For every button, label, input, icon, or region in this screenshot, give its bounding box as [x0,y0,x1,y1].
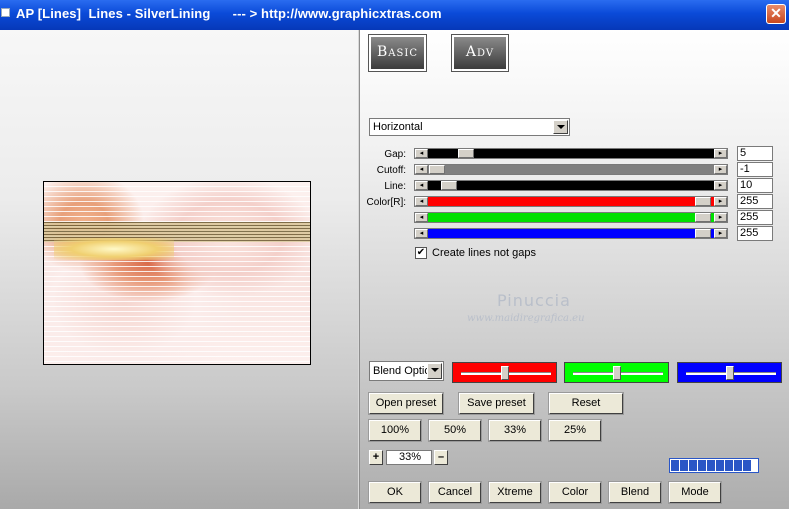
color-r-value[interactable]: 255 [737,194,773,209]
red-color-box[interactable] [452,362,557,383]
mode-select[interactable]: Horizontal [369,118,570,136]
zoom-50-button[interactable]: 50% [428,419,482,442]
line-value[interactable]: 10 [737,178,773,193]
preview-image [43,181,311,365]
color-r-label: Color[R]: [366,197,406,208]
zoom-25-button[interactable]: 25% [548,419,602,442]
progress-segment [680,460,688,471]
gap-label: Gap: [384,149,406,160]
save-preset-button[interactable]: Save preset [458,392,535,415]
progress-segment [689,460,697,471]
cancel-button[interactable]: Cancel [428,481,482,504]
create-lines-checkbox[interactable]: ✔ [415,247,427,259]
zoom-value[interactable]: 33% [386,450,432,465]
color-b-value[interactable]: 255 [737,226,773,241]
arrow-left-icon[interactable]: ◂ [415,181,428,190]
arrow-left-icon[interactable]: ◂ [415,149,428,158]
window-title: AP [Lines] Lines - SilverLining --- > ht… [16,6,442,21]
green-color-box[interactable] [564,362,669,383]
watermark-site: www.maidiregrafica.eu [467,313,585,324]
close-button[interactable]: ✕ [766,4,786,24]
green-knob[interactable] [613,366,621,380]
watermark-name: Pinuccia [497,291,571,310]
gap-slider[interactable]: ◂ ▸ [414,148,728,159]
progress-segment [725,460,733,471]
arrow-right-icon[interactable]: ▸ [714,229,727,238]
title-bar: AP [Lines] Lines - SilverLining --- > ht… [0,0,789,30]
tab-adv[interactable]: Adv [451,34,509,72]
arrow-right-icon[interactable]: ▸ [714,149,727,158]
progress-segment [698,460,706,471]
preview-highlight [54,238,174,260]
tab-basic[interactable]: Basic [368,34,427,72]
slider-thumb[interactable] [695,229,711,238]
arrow-right-icon[interactable]: ▸ [714,165,727,174]
progress-segment [734,460,742,471]
color-button[interactable]: Color [548,481,602,504]
blue-color-box[interactable] [677,362,782,383]
zoom-100-button[interactable]: 100% [368,419,422,442]
line-slider[interactable]: ◂ ▸ [414,180,728,191]
slider-thumb[interactable] [695,213,711,222]
xtreme-button[interactable]: Xtreme [488,481,542,504]
blend-button[interactable]: Blend [608,481,662,504]
slider-thumb[interactable] [429,165,445,174]
progress-segment [707,460,715,471]
cutoff-label: Cutoff: [376,165,406,176]
mode-select-value: Horizontal [373,121,423,133]
blend-select-value: Blend Optio [373,365,431,377]
color-r-slider[interactable]: ◂ ▸ [414,196,728,207]
color-g-value[interactable]: 255 [737,210,773,225]
arrow-left-icon[interactable]: ◂ [415,229,428,238]
arrow-left-icon[interactable]: ◂ [415,165,428,174]
progress-bar [669,458,759,473]
chevron-down-icon[interactable] [553,120,568,134]
arrow-left-icon[interactable]: ◂ [415,197,428,206]
arrow-left-icon[interactable]: ◂ [415,213,428,222]
cutoff-slider[interactable]: ◂ ▸ [414,164,728,175]
arrow-right-icon[interactable]: ▸ [714,197,727,206]
blend-options-select[interactable]: Blend Optio [369,361,444,381]
progress-segment [716,460,724,471]
chevron-down-icon[interactable] [427,363,442,379]
window-icon[interactable] [1,8,10,17]
progress-segment [743,460,751,471]
create-lines-label[interactable]: Create lines not gaps [432,247,536,259]
red-knob[interactable] [501,366,509,380]
slider-thumb[interactable] [458,149,474,158]
color-b-slider[interactable]: ◂ ▸ [414,228,728,239]
slider-thumb[interactable] [441,181,457,190]
color-g-slider[interactable]: ◂ ▸ [414,212,728,223]
open-preset-button[interactable]: Open preset [368,392,444,415]
reset-button[interactable]: Reset [548,392,624,415]
zoom-33-button[interactable]: 33% [488,419,542,442]
line-label: Line: [384,181,406,192]
gap-value[interactable]: 5 [737,146,773,161]
arrow-right-icon[interactable]: ▸ [714,181,727,190]
ok-button[interactable]: OK [368,481,422,504]
zoom-out-button[interactable]: – [434,450,448,465]
mode-button[interactable]: Mode [668,481,722,504]
arrow-right-icon[interactable]: ▸ [714,213,727,222]
progress-segment [671,460,679,471]
zoom-in-button[interactable]: + [369,450,383,465]
slider-thumb[interactable] [695,197,711,206]
cutoff-value[interactable]: -1 [737,162,773,177]
blue-knob[interactable] [726,366,734,380]
